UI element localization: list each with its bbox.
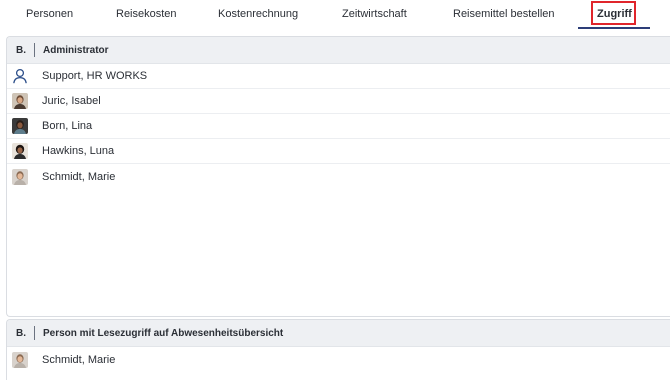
highlight-outline [591, 1, 636, 25]
avatar [12, 143, 28, 159]
list-item[interactable]: Support, HR WORKS [7, 64, 670, 89]
section-title: Administrator [43, 44, 109, 56]
member-name: Schmidt, Marie [42, 170, 116, 183]
list-item[interactable]: Schmidt, Marie [7, 164, 670, 189]
avatar [12, 351, 28, 368]
avatar [12, 168, 28, 185]
list-item[interactable]: Hawkins, Luna [7, 139, 670, 164]
user-outline-icon [12, 68, 28, 84]
active-tab-indicator [578, 27, 650, 29]
section-administrator: B. Administrator Support, HR WORKS Juric… [6, 36, 670, 317]
tab-kostenrechnung[interactable]: Kostenrechnung [218, 8, 298, 20]
section-header: B. Administrator [7, 37, 670, 64]
member-name: Support, HR WORKS [42, 70, 148, 82]
header-divider [34, 326, 35, 340]
tab-reisekosten[interactable]: Reisekosten [116, 8, 177, 20]
section-header: B. Person mit Lesezugriff auf Abwesenhei… [7, 320, 670, 347]
section-lesezugriff: B. Person mit Lesezugriff auf Abwesenhei… [6, 319, 670, 380]
section-prefix: B. [16, 327, 26, 339]
list-item[interactable]: Schmidt, Marie [7, 347, 670, 372]
tab-reisemittel-bestellen[interactable]: Reisemittel bestellen [453, 8, 555, 20]
avatar [12, 118, 28, 134]
section-prefix: B. [16, 44, 26, 56]
header-divider [34, 43, 35, 57]
member-name: Born, Lina [42, 120, 93, 132]
member-name: Schmidt, Marie [42, 353, 116, 366]
tab-personen[interactable]: Personen [26, 8, 73, 20]
member-name: Hawkins, Luna [42, 145, 115, 157]
tab-zeitwirtschaft[interactable]: Zeitwirtschaft [342, 8, 407, 20]
list-item[interactable]: Born, Lina [7, 114, 670, 139]
tab-bar: Personen Reisekosten Kostenrechnung Zeit… [0, 0, 670, 30]
section-title: Person mit Lesezugriff auf Abwesenheitsü… [43, 327, 284, 339]
list-item[interactable]: Juric, Isabel [7, 89, 670, 114]
member-name: Juric, Isabel [42, 95, 101, 107]
avatar [12, 93, 28, 109]
